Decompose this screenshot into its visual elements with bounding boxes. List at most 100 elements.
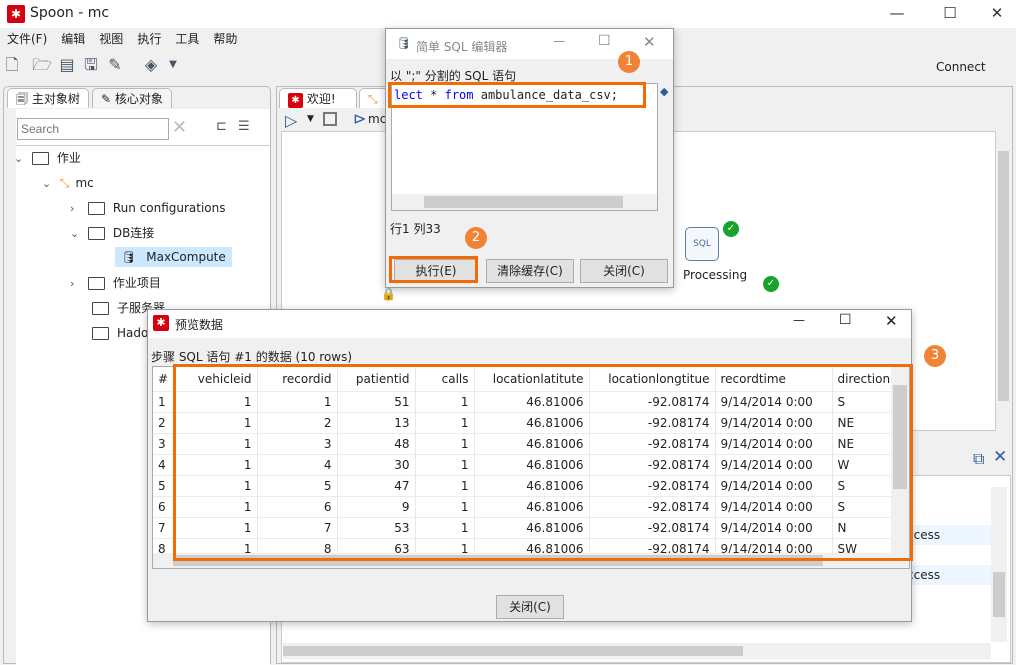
folder-icon <box>92 302 109 315</box>
menu-bar: 文件(F) 编辑 视图 执行 工具 帮助 <box>0 29 244 49</box>
tree-label: Run configurations <box>112 201 226 215</box>
highlight-sql-input <box>388 82 646 108</box>
expand-list-icon[interactable]: ☰ <box>238 119 250 134</box>
close-button[interactable]: ✕ <box>982 4 1012 24</box>
tree-item-job-entries[interactable]: › 作业项目 <box>70 273 161 294</box>
table-cell: 7 <box>153 517 176 539</box>
tab-label: 欢迎! <box>306 92 336 106</box>
scroll-thumb[interactable] <box>993 572 1005 617</box>
annotation-badge-2: 2 <box>465 227 487 249</box>
job-icon: ⤡ <box>59 176 70 190</box>
variable-icon[interactable]: ◆ <box>660 85 668 98</box>
folder-icon <box>31 152 49 165</box>
explore-icon[interactable]: ▤ <box>56 54 78 76</box>
tab-label: 核心对象 <box>114 92 163 106</box>
run-dropdown-icon[interactable]: ▼ <box>307 114 314 124</box>
open-folder-icon[interactable]: 🗁 <box>31 54 53 76</box>
tab-label: 主对象树 <box>31 92 80 106</box>
new-file-icon[interactable]: 🗋 <box>1 54 23 76</box>
layers-icon[interactable]: ◈ <box>140 54 162 76</box>
spoon-logo-icon: ✱ <box>153 315 169 331</box>
sql-step-icon[interactable]: SQL <box>685 227 719 261</box>
maximize-button[interactable]: ☐ <box>935 4 965 24</box>
close-button[interactable]: ✕ <box>885 312 898 330</box>
log-row: ccess <box>907 565 991 585</box>
log-vscrollbar[interactable] <box>991 487 1007 642</box>
popout-icon[interactable]: ⧉ <box>973 449 984 469</box>
scroll-thumb[interactable] <box>283 646 743 656</box>
table-cell: 5 <box>153 475 176 497</box>
folder-icon <box>87 202 105 215</box>
tree-label: MaxCompute <box>146 250 226 264</box>
dropdown-arrow-icon[interactable]: ▼ <box>162 54 184 76</box>
tree-item-run-configurations[interactable]: › Run configurations <box>70 198 226 219</box>
menu-run[interactable]: 执行 <box>130 29 168 49</box>
minimize-button[interactable]: — <box>882 4 912 24</box>
tree-item-jobs[interactable]: ⌄ 作业 <box>14 148 81 169</box>
log-hscrollbar[interactable] <box>283 643 991 659</box>
maximize-button[interactable]: ☐ <box>598 33 611 49</box>
run-icon[interactable]: ▷ <box>285 111 297 130</box>
folder-icon <box>87 277 105 290</box>
minimize-button[interactable]: — <box>553 34 565 48</box>
clear-cache-button[interactable]: 清除缓存(C) <box>486 259 574 283</box>
success-check-icon: ✓ <box>763 276 779 292</box>
tab-welcome[interactable]: ✱ 欢迎! <box>279 88 357 108</box>
tree-label: DB连接 <box>112 226 155 240</box>
tree-item-db-connections[interactable]: ⌄ DB连接 <box>70 223 154 244</box>
minimize-button[interactable]: — <box>793 313 805 327</box>
annotation-badge-3: 3 <box>924 345 946 367</box>
search-doc-icon: 🗐 <box>16 92 32 106</box>
canvas-vscrollbar[interactable] <box>996 131 1011 431</box>
close-button[interactable]: ✕ <box>643 33 656 51</box>
table-cell: 3 <box>153 433 176 455</box>
job-icon: ⤡ <box>368 92 378 106</box>
column-header[interactable]: # <box>153 367 176 392</box>
lock-icon: 🔒 <box>381 287 396 301</box>
menu-view[interactable]: 视图 <box>92 29 130 49</box>
spoon-logo-icon: ✱ <box>288 93 303 108</box>
scroll-thumb[interactable] <box>998 151 1009 401</box>
cursor-position: 行1 列33 <box>390 222 441 236</box>
scroll-thumb[interactable] <box>424 196 623 208</box>
save-icon[interactable]: 🖫 <box>80 54 102 76</box>
tree-item-maxcompute[interactable]: 🛢 MaxCompute <box>115 247 232 267</box>
step-label: Processing <box>683 268 748 282</box>
menu-help[interactable]: 帮助 <box>206 29 244 49</box>
run-options-icon[interactable]: ⊳ <box>353 109 366 128</box>
connect-button[interactable]: Connect <box>936 60 986 74</box>
window-title: Spoon - mc <box>30 5 110 21</box>
menu-edit[interactable]: 编辑 <box>54 29 92 49</box>
search-input[interactable] <box>17 118 169 140</box>
chevron-right-icon[interactable]: › <box>70 199 84 219</box>
chevron-down-icon[interactable]: ⌄ <box>70 224 84 244</box>
highlight-result-table <box>173 364 913 561</box>
close-panel-icon[interactable]: ✕ <box>993 447 1007 467</box>
tab-label: mc <box>368 112 387 126</box>
collapse-tree-icon[interactable]: ⊏ <box>216 119 227 134</box>
tree-item-mc[interactable]: ⌄ ⤡ mc <box>42 173 94 194</box>
chevron-right-icon[interactable]: › <box>70 274 84 294</box>
maximize-button[interactable]: ☐ <box>839 312 852 328</box>
menu-tools[interactable]: 工具 <box>168 29 206 49</box>
preview-subtitle: 步骤 SQL 语句 #1 的数据 (10 rows) <box>151 350 353 364</box>
tab-core-objects[interactable]: ✎ 核心对象 <box>92 88 172 108</box>
save-as-icon[interactable]: ✎ <box>104 54 126 76</box>
menu-file[interactable]: 文件(F) <box>0 29 54 49</box>
clear-search-icon[interactable]: ✕ <box>172 117 187 138</box>
database-icon: 🛢 <box>396 36 412 50</box>
tab-main-tree[interactable]: 🗐 主对象树 <box>7 88 89 108</box>
tree-label: mc <box>75 176 94 190</box>
chevron-down-icon[interactable]: ⌄ <box>14 149 28 169</box>
table-cell: 2 <box>153 412 176 434</box>
close-preview-button[interactable]: 关闭(C) <box>496 595 564 619</box>
stop-icon[interactable] <box>323 112 337 126</box>
spoon-logo-icon: ✱ <box>7 5 25 23</box>
folder-icon <box>92 327 109 340</box>
chevron-down-icon[interactable]: ⌄ <box>42 174 56 194</box>
dialog-title: 预览数据 <box>175 318 224 332</box>
divider <box>16 145 270 146</box>
table-cell: 1 <box>153 391 176 413</box>
close-dialog-button[interactable]: 关闭(C) <box>580 259 668 283</box>
sql-hscrollbar[interactable] <box>392 194 657 210</box>
